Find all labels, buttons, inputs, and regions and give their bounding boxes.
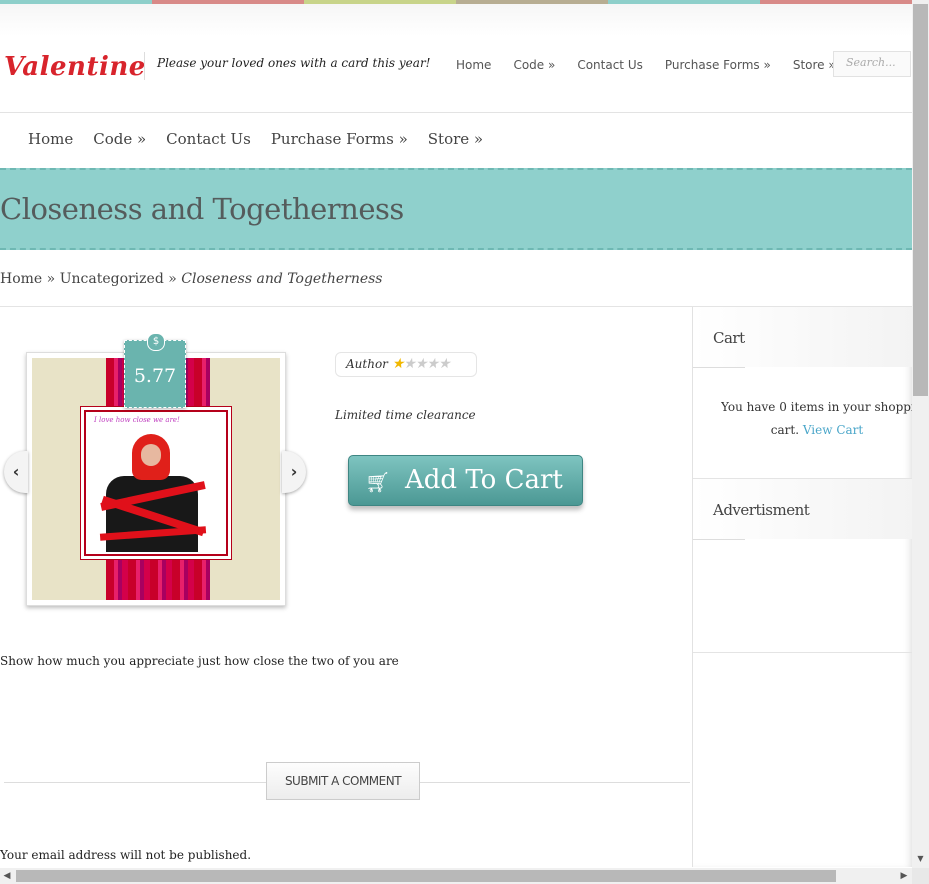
scroll-down-icon[interactable]: ▼	[912, 852, 929, 866]
add-to-cart-label: Add To Cart	[405, 465, 563, 495]
cart-message-text: You have 0 items in your shopping	[721, 400, 913, 414]
main-nav-purchase-forms[interactable]: Purchase Forms »	[271, 130, 408, 148]
horizontal-scrollbar[interactable]: ◀ ▶	[0, 868, 912, 884]
add-to-cart-button[interactable]: 🛒︎ Add To Cart	[348, 455, 583, 506]
product-price: 5.77	[133, 365, 177, 387]
breadcrumb-current: Closeness and Togetherness	[181, 271, 383, 287]
top-nav-contact[interactable]: Contact Us	[577, 58, 643, 72]
cart-message-text-2: cart.	[770, 423, 800, 437]
star-icon[interactable]: ★	[415, 356, 428, 372]
breadcrumb: Home » Uncategorized » Closeness and Tog…	[0, 271, 382, 287]
star-icon[interactable]: ★	[403, 356, 416, 372]
top-nav-home[interactable]: Home	[456, 58, 491, 72]
top-nav-store[interactable]: Store »	[793, 58, 836, 72]
top-nav-purchase-forms[interactable]: Purchase Forms »	[665, 58, 771, 72]
site-tagline: Please your loved ones with a card this …	[144, 52, 431, 80]
page-title: Closeness and Togetherness	[0, 192, 404, 226]
star-icon[interactable]: ★	[438, 356, 451, 372]
main-nav-store[interactable]: Store »	[428, 130, 483, 148]
scroll-right-icon[interactable]: ▶	[897, 869, 911, 883]
vertical-scrollbar[interactable]: ▲ ▼	[912, 0, 929, 868]
cart-message: You have 0 items in your shopping cart. …	[721, 396, 913, 442]
ad-widget-header: Advertisment	[693, 479, 913, 539]
clearance-note: Limited time clearance	[335, 408, 476, 422]
photo-caption: I love how close we are!	[94, 416, 180, 424]
ad-widget-title: Advertisment	[713, 501, 810, 519]
scrollbar-thumb[interactable]	[913, 4, 928, 396]
rating-label: Author	[346, 357, 388, 371]
main-nav-home[interactable]: Home	[28, 130, 73, 148]
product-photo: I love how close we are!	[84, 410, 228, 556]
divider	[693, 652, 913, 653]
view-cart-link[interactable]: View Cart	[803, 423, 863, 437]
product-description: Show how much you appreciate just how cl…	[0, 654, 399, 668]
star-icon[interactable]: ★	[426, 356, 439, 372]
site-header: Valentine Please your loved ones with a …	[0, 4, 912, 113]
main-nav: Home Code » Contact Us Purchase Forms » …	[28, 130, 483, 148]
email-privacy-note: Your email address will not be published…	[0, 848, 252, 862]
top-nav-code[interactable]: Code »	[513, 58, 555, 72]
main-nav-contact[interactable]: Contact Us	[166, 130, 251, 148]
top-nav: Home Code » Contact Us Purchase Forms » …	[456, 58, 836, 72]
chevron-right-icon[interactable]: ›	[282, 451, 306, 493]
fold-decoration	[693, 367, 745, 394]
site-logo[interactable]: Valentine	[4, 52, 146, 82]
star-icon[interactable]: ★	[392, 356, 405, 372]
dollar-icon: $	[147, 333, 165, 351]
submit-comment-button[interactable]: SUBMIT A COMMENT	[266, 762, 420, 800]
page-title-banner: Closeness and Togetherness	[0, 168, 912, 250]
search-input[interactable]: Search...	[833, 51, 911, 77]
cart-widget-title: Cart	[713, 329, 745, 347]
price-tag: $ 5.77	[124, 333, 186, 408]
scrollbar-thumb[interactable]	[16, 870, 836, 882]
chevron-left-icon[interactable]: ‹	[4, 451, 28, 493]
shopping-cart-icon: 🛒︎	[365, 470, 391, 494]
breadcrumb-category[interactable]: Uncategorized	[60, 271, 164, 287]
breadcrumb-separator: »	[168, 271, 177, 287]
main-nav-code[interactable]: Code »	[93, 130, 146, 148]
sidebar: Cart You have 0 items in your shopping c…	[692, 307, 913, 867]
fold-decoration	[693, 539, 745, 566]
breadcrumb-home[interactable]: Home	[0, 271, 42, 287]
scroll-left-icon[interactable]: ◀	[0, 869, 14, 883]
star-rating[interactable]: ★★★★★	[392, 356, 451, 372]
breadcrumb-separator: »	[46, 271, 56, 287]
person-face	[141, 444, 161, 466]
cart-widget-header: Cart	[693, 307, 913, 367]
rating-widget: Author ★★★★★	[335, 352, 477, 377]
scrollbar-corner	[912, 868, 929, 884]
